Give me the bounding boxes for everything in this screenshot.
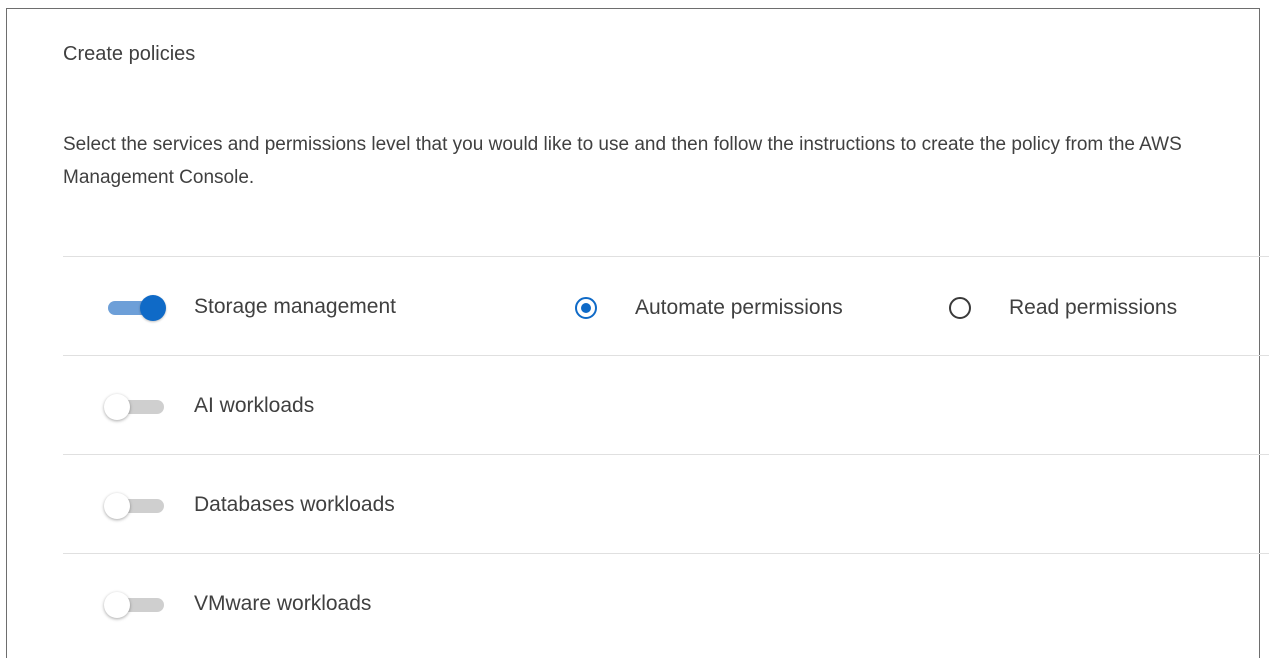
- service-row-vmware-workloads: VMware workloads: [63, 553, 1269, 652]
- service-label-databases-workloads: Databases workloads: [194, 493, 395, 516]
- radio-checked-icon: [575, 297, 597, 319]
- service-label-vmware-workloads: VMware workloads: [194, 592, 372, 615]
- automate-permissions-label: Automate permissions: [635, 296, 843, 319]
- automate-permissions-radio[interactable]: Automate permissions: [575, 293, 843, 323]
- service-row-ai-workloads: AI workloads: [63, 355, 1269, 454]
- service-label-storage-management: Storage management: [194, 295, 396, 318]
- panel-description: Select the services and permissions leve…: [63, 134, 1182, 188]
- toggle-knob: [104, 394, 130, 420]
- service-row-databases-workloads: Databases workloads: [63, 454, 1269, 553]
- databases-workloads-toggle[interactable]: [104, 491, 168, 521]
- radio-unchecked-icon: [949, 297, 971, 319]
- panel-title: Create policies: [63, 43, 196, 65]
- toggle-knob: [140, 295, 166, 321]
- read-permissions-label: Read permissions: [1009, 296, 1178, 319]
- service-row-storage-management: Storage management Automate permissions …: [63, 256, 1269, 355]
- toggle-knob: [104, 493, 130, 519]
- ai-workloads-toggle[interactable]: [104, 392, 168, 422]
- service-list: Storage management Automate permissions …: [63, 256, 1269, 652]
- vmware-workloads-toggle[interactable]: [104, 590, 168, 620]
- storage-management-toggle[interactable]: [104, 293, 168, 323]
- toggle-knob: [104, 592, 130, 618]
- service-label-ai-workloads: AI workloads: [194, 394, 315, 417]
- read-permissions-radio[interactable]: Read permissions: [949, 293, 1177, 323]
